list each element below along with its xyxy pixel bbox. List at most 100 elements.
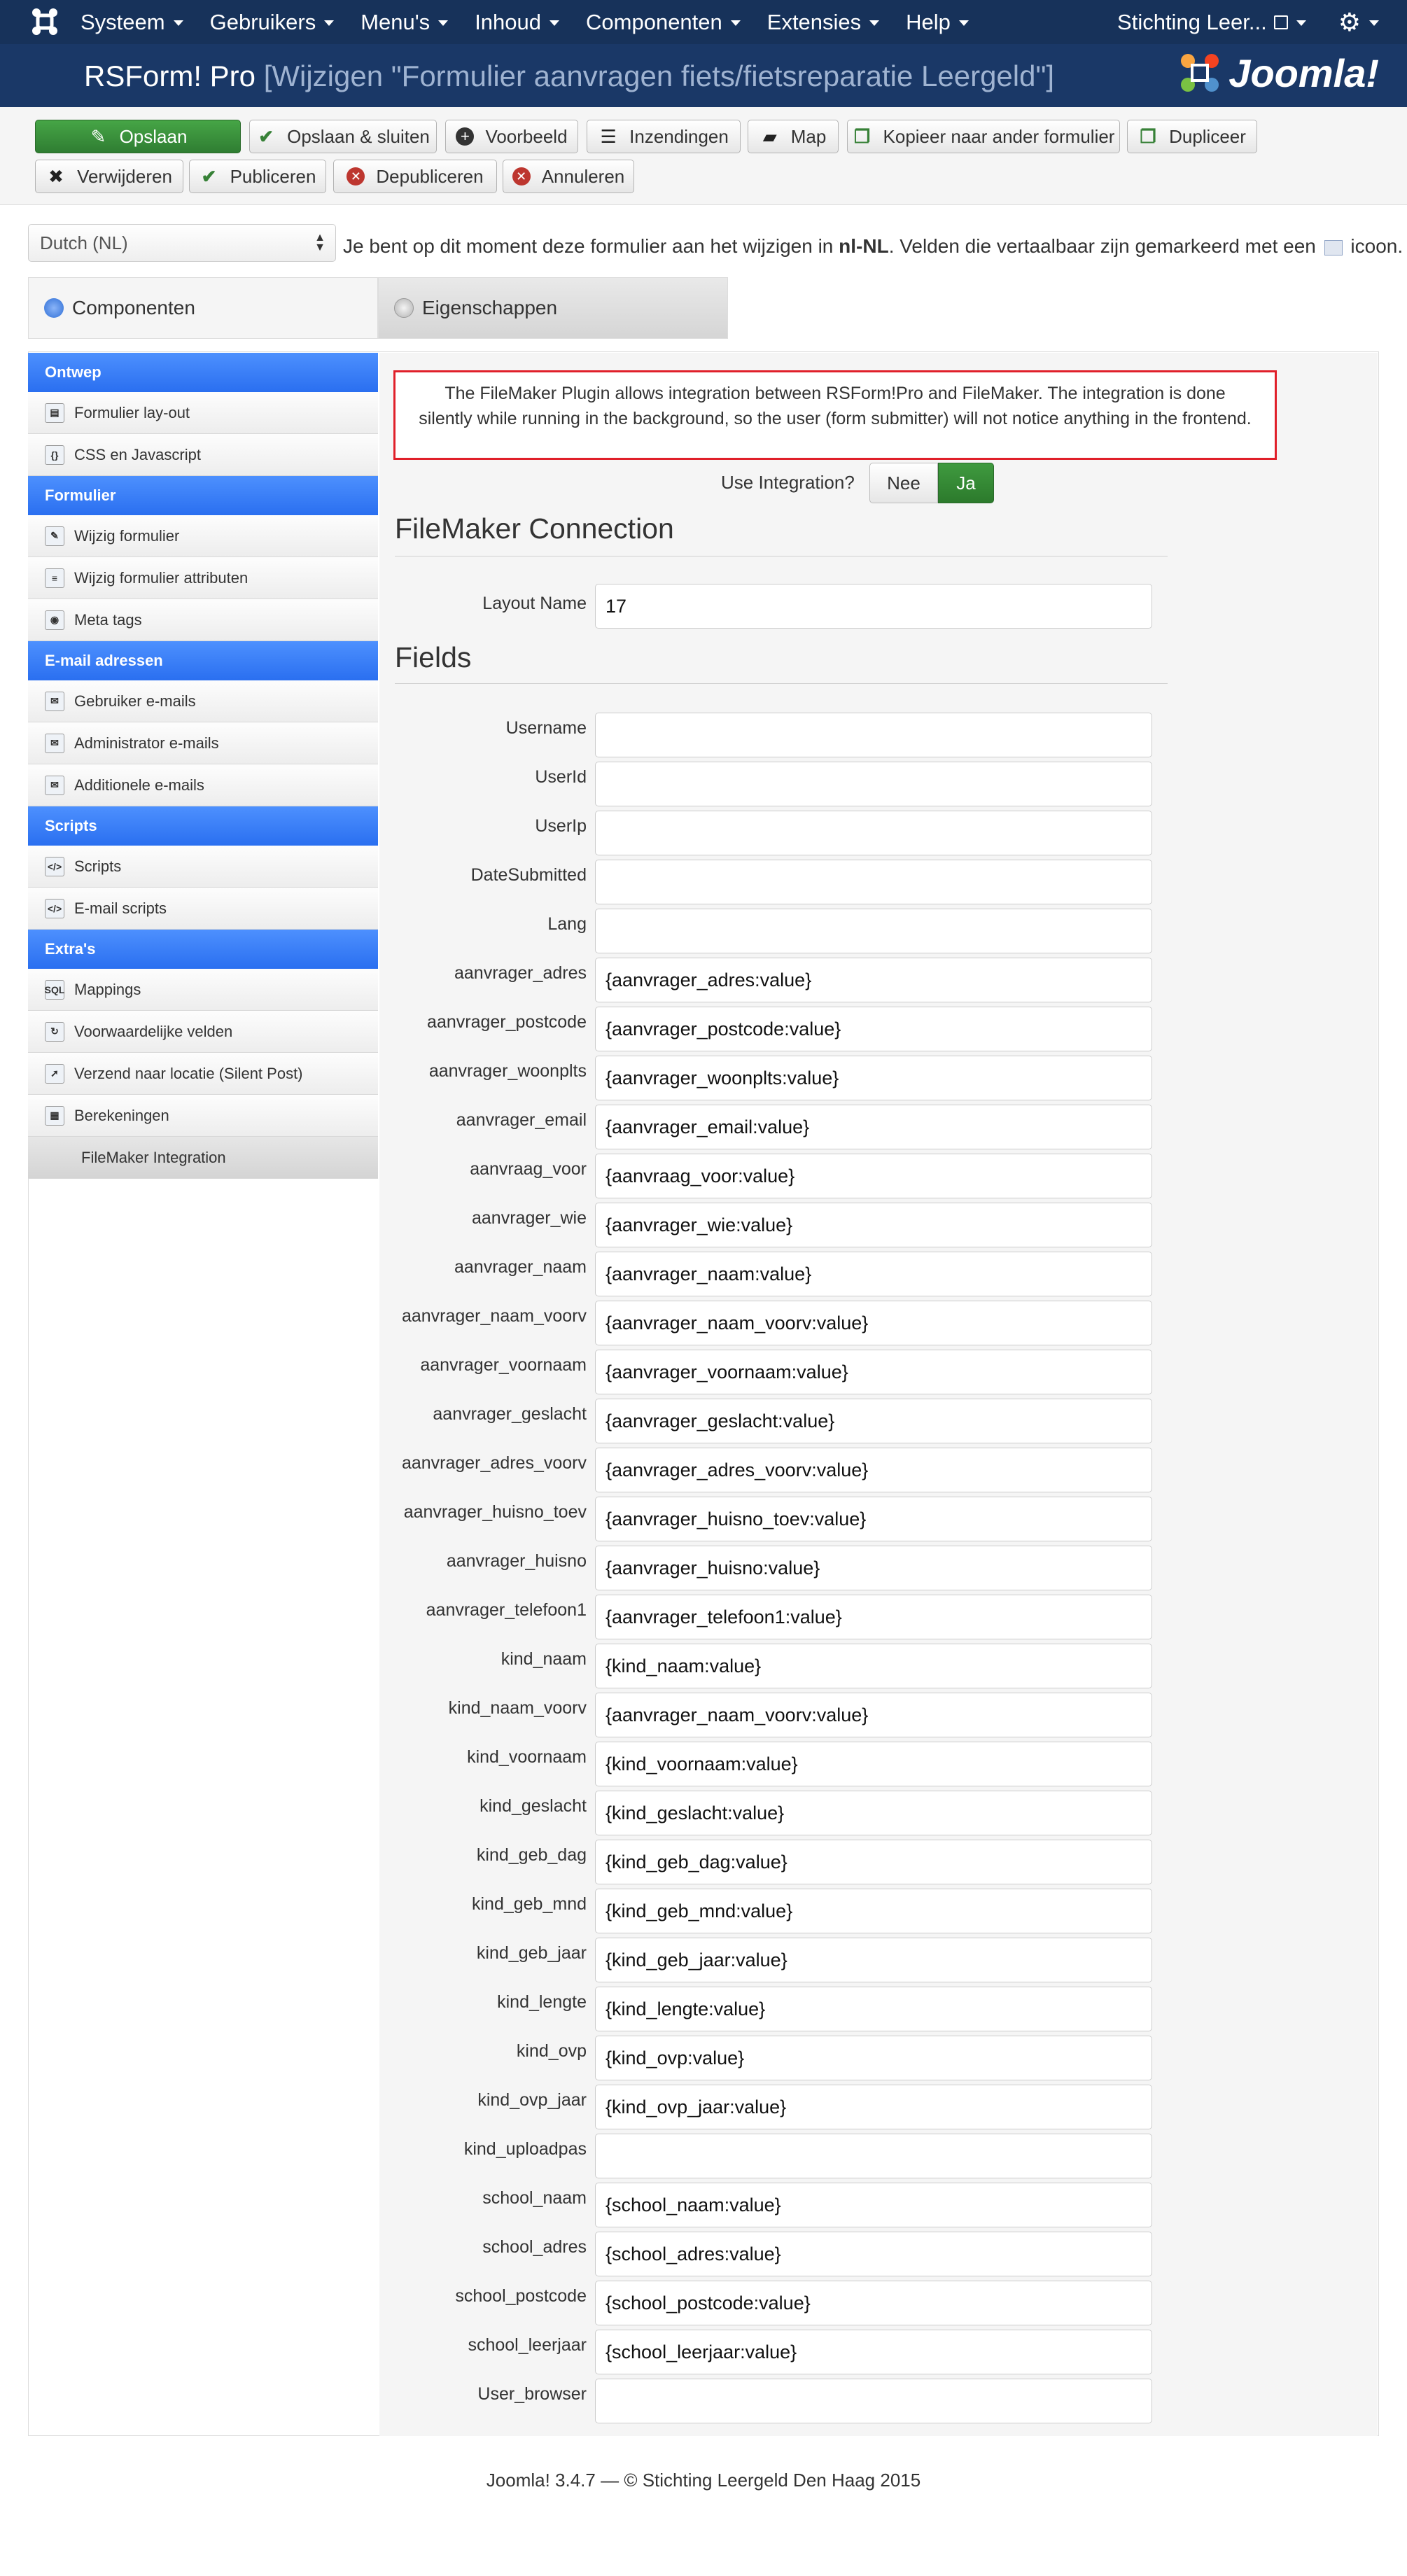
sidebar-item-label: Formulier lay-out xyxy=(74,403,190,421)
field-value-input[interactable]: {kind_geb_dag:value} xyxy=(595,1840,1152,1884)
menu-label: Inhoud xyxy=(475,9,542,34)
field-value-input[interactable]: {school_adres:value} xyxy=(595,2232,1152,2276)
field-label: aanvrager_adres xyxy=(454,963,587,983)
language-select[interactable]: Dutch (NL) ▲ ▼ xyxy=(28,224,336,262)
sidebar-item-meta-tags[interactable]: ◉ Meta tags xyxy=(28,599,378,641)
field-value-input[interactable]: {aanvrager_postcode:value} xyxy=(595,1007,1152,1051)
sidebar-item-mappings[interactable]: SQL Mappings xyxy=(28,969,378,1011)
submissions-button[interactable]: ☰ Inzendingen xyxy=(587,120,741,153)
joomla-admin-icon[interactable] xyxy=(28,6,62,38)
edit-icon: ✎ xyxy=(90,125,106,147)
duplicate-button[interactable]: ❐ Dupliceer xyxy=(1127,120,1257,153)
menu-help[interactable]: Help xyxy=(906,10,969,35)
menu-systeem[interactable]: Systeem xyxy=(80,10,183,35)
caret-down-icon xyxy=(550,20,560,26)
field-value-input[interactable]: {aanvrager_woonplts:value} xyxy=(595,1056,1152,1100)
field-value-input[interactable]: {kind_ovp:value} xyxy=(595,2036,1152,2080)
sidebar-item-css-javascript[interactable]: {} CSS en Javascript xyxy=(28,434,378,476)
field-value-input[interactable]: {aanvrager_adres_voorv:value} xyxy=(595,1448,1152,1492)
field-value-input[interactable] xyxy=(595,762,1152,806)
cancel-label: Annuleren xyxy=(541,165,625,187)
preview-button[interactable]: + Voorbeeld xyxy=(445,120,578,153)
menu-componenten[interactable]: Componenten xyxy=(586,10,741,35)
note-text: . Velden die vertaalbaar zijn gemarkeerd… xyxy=(888,235,1322,257)
sidebar-item-label: Additionele e-mails xyxy=(74,776,204,794)
field-value-input[interactable]: {aanvrager_voornaam:value} xyxy=(595,1350,1152,1394)
field-value-input[interactable] xyxy=(595,713,1152,757)
sidebar-item-label: Voorwaardelijke velden xyxy=(74,1022,233,1040)
sidebar-item-wijzig-formulier[interactable]: ✎ Wijzig formulier xyxy=(28,515,378,557)
menu-extensies[interactable]: Extensies xyxy=(767,10,880,35)
sidebar-item-email-scripts[interactable]: </> E-mail scripts xyxy=(28,888,378,930)
field-value-input[interactable]: {kind_voornaam:value} xyxy=(595,1742,1152,1786)
field-label: Lang xyxy=(547,914,587,934)
sidebar-item-filemaker-integration[interactable]: FileMaker Integration xyxy=(28,1137,378,1179)
toggle-yes-option[interactable]: Ja xyxy=(938,463,994,503)
layout-name-input[interactable]: 17 xyxy=(595,584,1152,629)
field-value-input[interactable]: {aanvrager_naam_voorv:value} xyxy=(595,1693,1152,1737)
field-value-input[interactable]: {aanvrager_huisno_toev:value} xyxy=(595,1497,1152,1541)
database-icon: ☰ xyxy=(600,125,617,147)
menu-inhoud[interactable]: Inhoud xyxy=(475,9,560,35)
field-value-input[interactable]: {school_leerjaar:value} xyxy=(595,2330,1152,2374)
tab-eigenschappen[interactable]: Eigenschappen xyxy=(378,277,728,339)
field-value-input[interactable] xyxy=(595,811,1152,855)
field-value-input[interactable]: {kind_naam:value} xyxy=(595,1644,1152,1688)
field-value-input[interactable]: {kind_ovp_jaar:value} xyxy=(595,2085,1152,2129)
field-value-input[interactable]: {kind_lengte:value} xyxy=(595,1987,1152,2031)
sidebar-item-additionele-emails[interactable]: ✉ Additionele e-mails xyxy=(28,764,378,806)
field-value-input[interactable] xyxy=(595,860,1152,904)
field-value-input[interactable]: {aanvrager_wie:value} xyxy=(595,1203,1152,1247)
field-value-input[interactable]: {aanvrager_adres:value} xyxy=(595,958,1152,1002)
publish-button[interactable]: ✔ Publiceren xyxy=(189,160,326,193)
field-value-input[interactable]: {aanvrager_huisno:value} xyxy=(595,1546,1152,1590)
directory-button[interactable]: ▰ Map xyxy=(748,120,839,153)
sidebar-item-administrator-emails[interactable]: ✉ Administrator e-mails xyxy=(28,722,378,764)
sidebar-item-silent-post[interactable]: ➚ Verzend naar locatie (Silent Post) xyxy=(28,1053,378,1095)
translatable-icon xyxy=(1324,239,1343,255)
field-label: aanvrager_voornaam xyxy=(420,1355,587,1375)
field-value-input[interactable]: {school_postcode:value} xyxy=(595,2281,1152,2325)
cancel-button[interactable]: ✕ Annuleren xyxy=(503,160,634,193)
components-icon xyxy=(44,298,64,318)
field-value-input[interactable]: {aanvrager_email:value} xyxy=(595,1105,1152,1149)
tab-componenten[interactable]: Componenten xyxy=(28,277,378,339)
field-value-input[interactable]: {school_naam:value} xyxy=(595,2183,1152,2227)
toggle-no-option[interactable]: Nee xyxy=(869,463,938,503)
field-value-input[interactable] xyxy=(595,909,1152,953)
field-label: aanvrager_wie xyxy=(472,1208,587,1228)
sidebar-item-scripts[interactable]: </> Scripts xyxy=(28,846,378,888)
field-value-input[interactable]: {aanvraag_voor:value} xyxy=(595,1154,1152,1198)
field-value-input[interactable]: {aanvrager_naam:value} xyxy=(595,1252,1152,1296)
field-value-input[interactable]: {aanvrager_naam_voorv:value} xyxy=(595,1301,1152,1345)
unpublish-button[interactable]: ✕ Depubliceren xyxy=(333,160,497,193)
caret-down-icon xyxy=(730,20,741,26)
field-value-input[interactable] xyxy=(595,2134,1152,2178)
sidebar-item-voorwaardelijke-velden[interactable]: ↻ Voorwaardelijke velden xyxy=(28,1011,378,1053)
directory-label: Map xyxy=(790,125,827,147)
sidebar-item-berekeningen[interactable]: ▦ Berekeningen xyxy=(28,1095,378,1137)
field-value-input[interactable]: {aanvrager_telefoon1:value} xyxy=(595,1595,1152,1639)
field-label: UserId xyxy=(535,767,587,787)
sidebar-item-formulier-layout[interactable]: ▤ Formulier lay-out xyxy=(28,392,378,434)
sidebar-item-gebruiker-emails[interactable]: ✉ Gebruiker e-mails xyxy=(28,680,378,722)
cancel-circle-icon: ✕ xyxy=(346,167,365,186)
use-integration-label: Use Integration? xyxy=(721,472,855,493)
user-settings-menu[interactable]: ⚙ xyxy=(1338,8,1379,37)
field-value-input[interactable] xyxy=(595,2379,1152,2423)
save-button[interactable]: ✎ Opslaan xyxy=(35,120,241,153)
sidebar-group-email: E-mail adressen xyxy=(28,641,378,680)
menu-menus[interactable]: Menu's xyxy=(360,10,449,35)
field-value-input[interactable]: {kind_geb_jaar:value} xyxy=(595,1938,1152,1982)
sidebar-item-formulier-attributen[interactable]: ≡ Wijzig formulier attributen xyxy=(28,557,378,599)
field-value-input[interactable]: {aanvrager_geslacht:value} xyxy=(595,1399,1152,1443)
site-link[interactable]: Stichting Leer... xyxy=(1117,10,1306,35)
field-value-input[interactable]: {kind_geb_mnd:value} xyxy=(595,1889,1152,1933)
copy-form-button[interactable]: ❐ Kopieer naar ander formulier xyxy=(847,120,1120,153)
delete-button[interactable]: ✖ Verwijderen xyxy=(35,160,183,193)
app-name: RSForm! Pro xyxy=(84,59,256,92)
menu-gebruikers[interactable]: Gebruikers xyxy=(210,10,335,35)
tab-label: Eigenschappen xyxy=(422,297,558,318)
field-value-input[interactable]: {kind_geslacht:value} xyxy=(595,1791,1152,1835)
save-close-button[interactable]: ✔ Opslaan & sluiten xyxy=(249,120,437,153)
